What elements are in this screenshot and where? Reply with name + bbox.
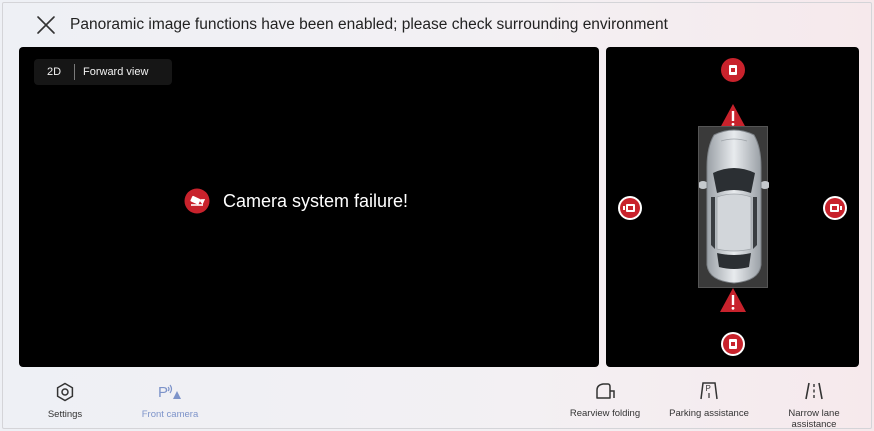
rearview-folding-label: Rearview folding	[569, 408, 641, 419]
parking-icon: P	[700, 382, 718, 400]
right-camera-button[interactable]	[822, 195, 848, 221]
camera-off-icon	[184, 188, 210, 214]
view-mode-toggle[interactable]: 2D	[34, 66, 74, 78]
parking-assistance-button[interactable]: P Parking assistance	[668, 381, 750, 419]
front-camera-label: Front camera	[141, 409, 199, 420]
camera-failure-message: Camera system failure!	[184, 188, 408, 214]
mirror-fold-icon	[596, 383, 615, 399]
narrow-lane-assistance-label: Narrow lane assistance	[788, 408, 840, 430]
narrow-lane-icon	[805, 382, 823, 400]
car-top-view-icon	[698, 129, 770, 284]
settings-button[interactable]: Settings	[34, 382, 96, 420]
close-button[interactable]	[36, 15, 56, 35]
camera-icon	[823, 196, 847, 220]
close-icon	[37, 16, 55, 34]
header: Panoramic image functions have been enab…	[0, 0, 874, 48]
narrow-lane-assistance-button[interactable]: Narrow lane assistance	[774, 381, 854, 430]
car-zone	[698, 126, 770, 288]
bottom-toolbar: Settings P Front camera Rearview folding…	[0, 370, 874, 431]
settings-label: Settings	[47, 409, 83, 420]
view-name[interactable]: Forward view	[75, 66, 148, 78]
rear-warning-icon	[720, 288, 746, 312]
parking-assistance-label: Parking assistance	[669, 408, 749, 419]
front-camera-icon: P	[158, 384, 181, 401]
camera-icon	[618, 196, 642, 220]
failure-text: Camera system failure!	[223, 190, 409, 211]
svg-text:P: P	[706, 384, 711, 393]
svg-text:P: P	[158, 384, 168, 401]
view-selector: 2D Forward view	[34, 59, 172, 85]
settings-icon	[56, 382, 74, 402]
main-camera-view[interactable]: 2D Forward view Camera system failure!	[19, 47, 599, 367]
overview-panel	[606, 47, 859, 367]
rear-camera-button[interactable]	[720, 331, 746, 357]
front-camera-button[interactable]	[720, 57, 746, 83]
rearview-folding-button[interactable]: Rearview folding	[568, 381, 642, 419]
front-camera-tab[interactable]: P Front camera	[137, 382, 203, 420]
left-camera-button[interactable]	[617, 195, 643, 221]
camera-icon	[721, 58, 745, 82]
header-title: Panoramic image functions have been enab…	[70, 16, 668, 33]
camera-icon	[721, 332, 745, 356]
